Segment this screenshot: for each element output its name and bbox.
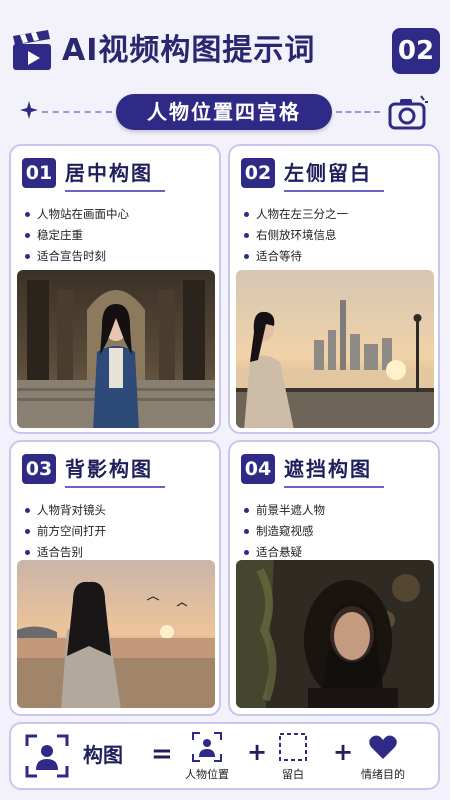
title-underline [284,190,384,192]
bullet-item: 人物站在画面中心 [23,204,129,225]
formula-item-label: 情绪目的 [361,768,405,781]
formula-item-emotional-purpose: 情绪目的 [351,732,415,786]
bullet-item: 右侧放环境信息 [242,225,348,246]
composition-card-back-view: 03 背影构图 人物背对镜头 前方空间打开 适合告别 [9,440,221,716]
photo-woman-left-city-river [236,270,434,428]
bullet-list: 人物站在画面中心 稳定庄重 适合宣告时刻 [23,204,129,267]
person-frame-icon [192,732,222,762]
photo-woman-partially-hidden [236,560,434,708]
page-title: AI视频构图提示词 [62,33,316,68]
card-title: 遮挡构图 [284,457,372,481]
divider [336,111,380,113]
clapperboard-icon [13,30,51,70]
subtitle-row: 人物位置四宫格 [0,92,450,132]
composition-card-occlusion: 04 遮挡构图 前景半遮人物 制造窥视感 适合悬疑 [228,440,440,716]
bullet-item: 适合等待 [242,246,348,267]
composition-card-left-space: 02 左侧留白 人物在左三分之一 右侧放环境信息 适合等待 [228,144,440,434]
subtitle-pill: 人物位置四宫格 [116,94,332,130]
person-frame-icon [25,734,69,778]
equals-sign: = [151,739,173,769]
card-number: 04 [241,454,275,484]
formula-item-person-position: 人物位置 [175,732,239,786]
episode-number-badge: 02 [392,28,440,74]
card-title: 左侧留白 [284,161,372,185]
poster: AI视频构图提示词 02 人物位置四宫格 01 居中构图 人物站在画面中心 稳定… [0,0,450,800]
bullet-list: 人物背对镜头 前方空间打开 适合告别 [23,500,106,563]
bullet-item: 稳定庄重 [23,225,129,246]
formula-item-blank-space: 留白 [261,732,325,786]
bullet-item: 前景半遮人物 [242,500,325,521]
header: AI视频构图提示词 02 [0,0,450,86]
card-number: 01 [22,158,56,188]
composition-card-centered: 01 居中构图 人物站在画面中心 稳定庄重 适合宣告时刻 [9,144,221,434]
bullet-item: 前方空间打开 [23,521,106,542]
dashed-square-icon [279,733,307,761]
sparkle-icon [20,101,38,119]
heart-icon [369,735,397,759]
card-number: 02 [241,158,275,188]
bullet-list: 前景半遮人物 制造窥视感 适合悬疑 [242,500,325,563]
card-title: 居中构图 [65,161,153,185]
bullet-list: 人物在左三分之一 右侧放环境信息 适合等待 [242,204,348,267]
card-number: 03 [22,454,56,484]
photo-woman-centered-hall [17,270,215,428]
formula-item-label: 人物位置 [185,768,229,781]
composition-formula: 构图 = 人物位置 + 留白 + 情绪目的 [9,722,440,790]
card-title: 背影构图 [65,457,153,481]
divider [42,111,112,113]
bullet-item: 制造窥视感 [242,521,325,542]
bullet-item: 人物在左三分之一 [242,204,348,225]
title-underline [65,190,165,192]
photo-woman-back-beach-sunset [17,560,215,708]
formula-label: 构图 [83,743,123,767]
title-underline [284,486,384,488]
bullet-item: 人物背对镜头 [23,500,106,521]
formula-item-label: 留白 [282,768,304,781]
camera-icon [388,95,428,130]
title-underline [65,486,165,488]
bullet-item: 适合宣告时刻 [23,246,129,267]
